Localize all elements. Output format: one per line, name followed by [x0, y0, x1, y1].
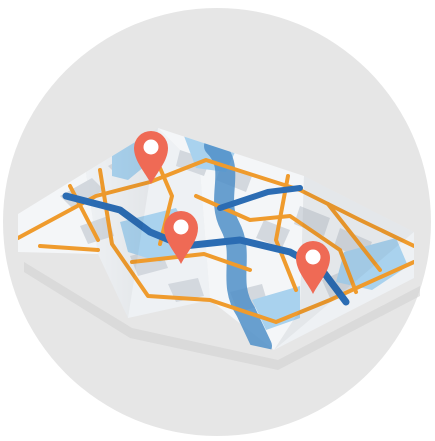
map-icon [3, 8, 431, 436]
map-illustration [0, 0, 435, 441]
